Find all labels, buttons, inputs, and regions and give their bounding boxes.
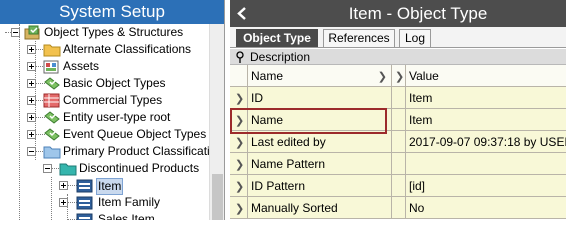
folder-group-icon: [24, 25, 40, 40]
expand-toggle[interactable]: [27, 62, 36, 71]
chevron-right-icon: ❯: [377, 71, 387, 83]
object-type-icon: [44, 111, 60, 124]
scrollbar-thumb[interactable]: [212, 174, 223, 220]
chevron-right-icon: ❯: [395, 71, 405, 83]
pin-icon[interactable]: [235, 51, 245, 63]
property-value: 2017-09-07 09:37:18 by USERY: [409, 135, 566, 149]
property-name: Name Pattern: [251, 157, 326, 171]
property-name: Name: [251, 113, 284, 127]
teal-folder-icon: [59, 163, 77, 176]
system-setup-panel: System Setup Object Types & Structures A: [0, 0, 225, 220]
chevron-left-icon: [237, 7, 246, 20]
tree-item-label: Assets: [63, 59, 100, 73]
panel-title: System Setup: [0, 0, 224, 24]
tree-item-label: Sales Item: [98, 212, 155, 220]
tree-item-label: Entity user-type root: [63, 110, 171, 124]
expand-toggle[interactable]: [27, 79, 36, 88]
expand-toggle[interactable]: [59, 198, 68, 207]
assets-icon: [43, 60, 59, 74]
property-name: ID: [251, 91, 263, 105]
tab-object-type[interactable]: Object Type: [236, 29, 318, 47]
tab-references[interactable]: References: [323, 29, 395, 47]
object-type-icon: [44, 128, 60, 141]
editor-title: Item - Object Type: [348, 4, 488, 23]
chevron-right-icon: ❯: [235, 203, 245, 215]
properties-grid: Name ❯ ❯ Value ❯ ID Item ❯ Name Item ❯ L…: [230, 65, 566, 219]
tree-item-label: Primary Product Classification: [63, 144, 224, 158]
name-column-header[interactable]: Name ❯: [248, 65, 392, 87]
grid-row-name-pattern[interactable]: ❯ Name Pattern: [230, 153, 566, 175]
column-label: Value: [409, 69, 439, 83]
property-value: Item: [409, 113, 433, 127]
item-type-icon: [76, 196, 93, 210]
property-name: Manually Sorted: [251, 201, 338, 215]
chevron-right-icon: ❯: [235, 93, 245, 105]
expand-toggle[interactable]: [27, 130, 36, 139]
tree-item-alternate-classifications[interactable]: Alternate Classifications: [0, 41, 224, 58]
chevron-right-icon: ❯: [235, 159, 245, 171]
table-icon: [43, 93, 60, 108]
grid-row-name[interactable]: ❯ Name Item: [230, 109, 566, 131]
chevron-right-icon: ❯: [235, 115, 245, 127]
tree-item-commercial-types[interactable]: Commercial Types: [0, 92, 224, 109]
tree-item-label: Discontinued Products: [79, 161, 200, 175]
tree-item-label: Event Queue Object Types: [63, 127, 207, 141]
editor-header: Item - Object Type: [230, 0, 566, 27]
collapse-toggle[interactable]: [27, 147, 36, 156]
object-type-editor: Item - Object Type Object Type Reference…: [230, 0, 566, 220]
collapse-toggle[interactable]: [43, 164, 52, 173]
folder-icon: [43, 44, 61, 57]
tree-item-item[interactable]: Item: [0, 177, 224, 195]
tree-item-entity-user-type-root[interactable]: Entity user-type root: [0, 109, 224, 126]
tree-item-label: Commercial Types: [63, 93, 163, 107]
tab-bar: Object Type References Log: [230, 27, 566, 48]
tree-item-label: Basic Object Types: [63, 76, 166, 90]
tree-item-event-queue-object-types[interactable]: Event Queue Object Types: [0, 126, 224, 143]
tree-item-primary-product-classification[interactable]: Primary Product Classification: [0, 143, 224, 160]
expand-column-header[interactable]: ❯: [392, 65, 406, 87]
object-type-icon: [44, 77, 60, 90]
tab-log[interactable]: Log: [399, 29, 431, 47]
expand-toggle[interactable]: [27, 96, 36, 105]
grid-row-id[interactable]: ❯ ID Item: [230, 87, 566, 109]
grid-row-manually-sorted[interactable]: ❯ Manually Sorted No: [230, 197, 566, 219]
column-label: Name: [251, 69, 284, 83]
tree-item-label: Alternate Classifications: [63, 42, 192, 56]
tree-item-basic-object-types[interactable]: Basic Object Types: [0, 75, 224, 92]
back-button[interactable]: [230, 0, 254, 27]
tree-item-sales-item[interactable]: Sales Item: [0, 211, 224, 220]
property-name: Last edited by: [251, 135, 326, 149]
item-type-icon: [76, 213, 93, 220]
chevron-right-icon: ❯: [235, 181, 245, 193]
property-value: Item: [409, 91, 433, 105]
tree-scrollbar[interactable]: [209, 24, 224, 220]
folder-icon: [43, 146, 61, 159]
tree-item-object-types[interactable]: Object Types & Structures: [0, 24, 224, 41]
grid-row-id-pattern[interactable]: ❯ ID Pattern [id]: [230, 175, 566, 197]
collapse-toggle[interactable]: [11, 28, 20, 37]
tree-item-label: Item: [96, 178, 124, 195]
expand-toggle[interactable]: [27, 45, 36, 54]
tree-view: Object Types & Structures Alternate Clas…: [0, 24, 224, 220]
tree-item-discontinued-products[interactable]: Discontinued Products: [0, 160, 224, 177]
property-value: [id]: [409, 179, 426, 193]
grid-header-row: Name ❯ ❯ Value: [230, 65, 566, 87]
value-column-header[interactable]: Value: [406, 65, 566, 87]
chevron-right-icon: ❯: [235, 137, 245, 149]
expand-toggle[interactable]: [27, 113, 36, 122]
section-label: Description: [250, 50, 311, 64]
grid-row-last-edited[interactable]: ❯ Last edited by 2017-09-07 09:37:18 by …: [230, 131, 566, 153]
property-value: No: [409, 201, 425, 215]
tree-item-assets[interactable]: Assets: [0, 58, 224, 75]
tree-item-label: Object Types & Structures: [44, 25, 184, 39]
property-name: ID Pattern: [251, 179, 306, 193]
expand-toggle[interactable]: [59, 181, 68, 190]
item-type-icon: [76, 179, 93, 193]
tree-item-label: Item Family: [98, 195, 161, 209]
tree-item-item-family[interactable]: Item Family: [0, 194, 224, 211]
description-section-bar: Description: [230, 49, 566, 65]
